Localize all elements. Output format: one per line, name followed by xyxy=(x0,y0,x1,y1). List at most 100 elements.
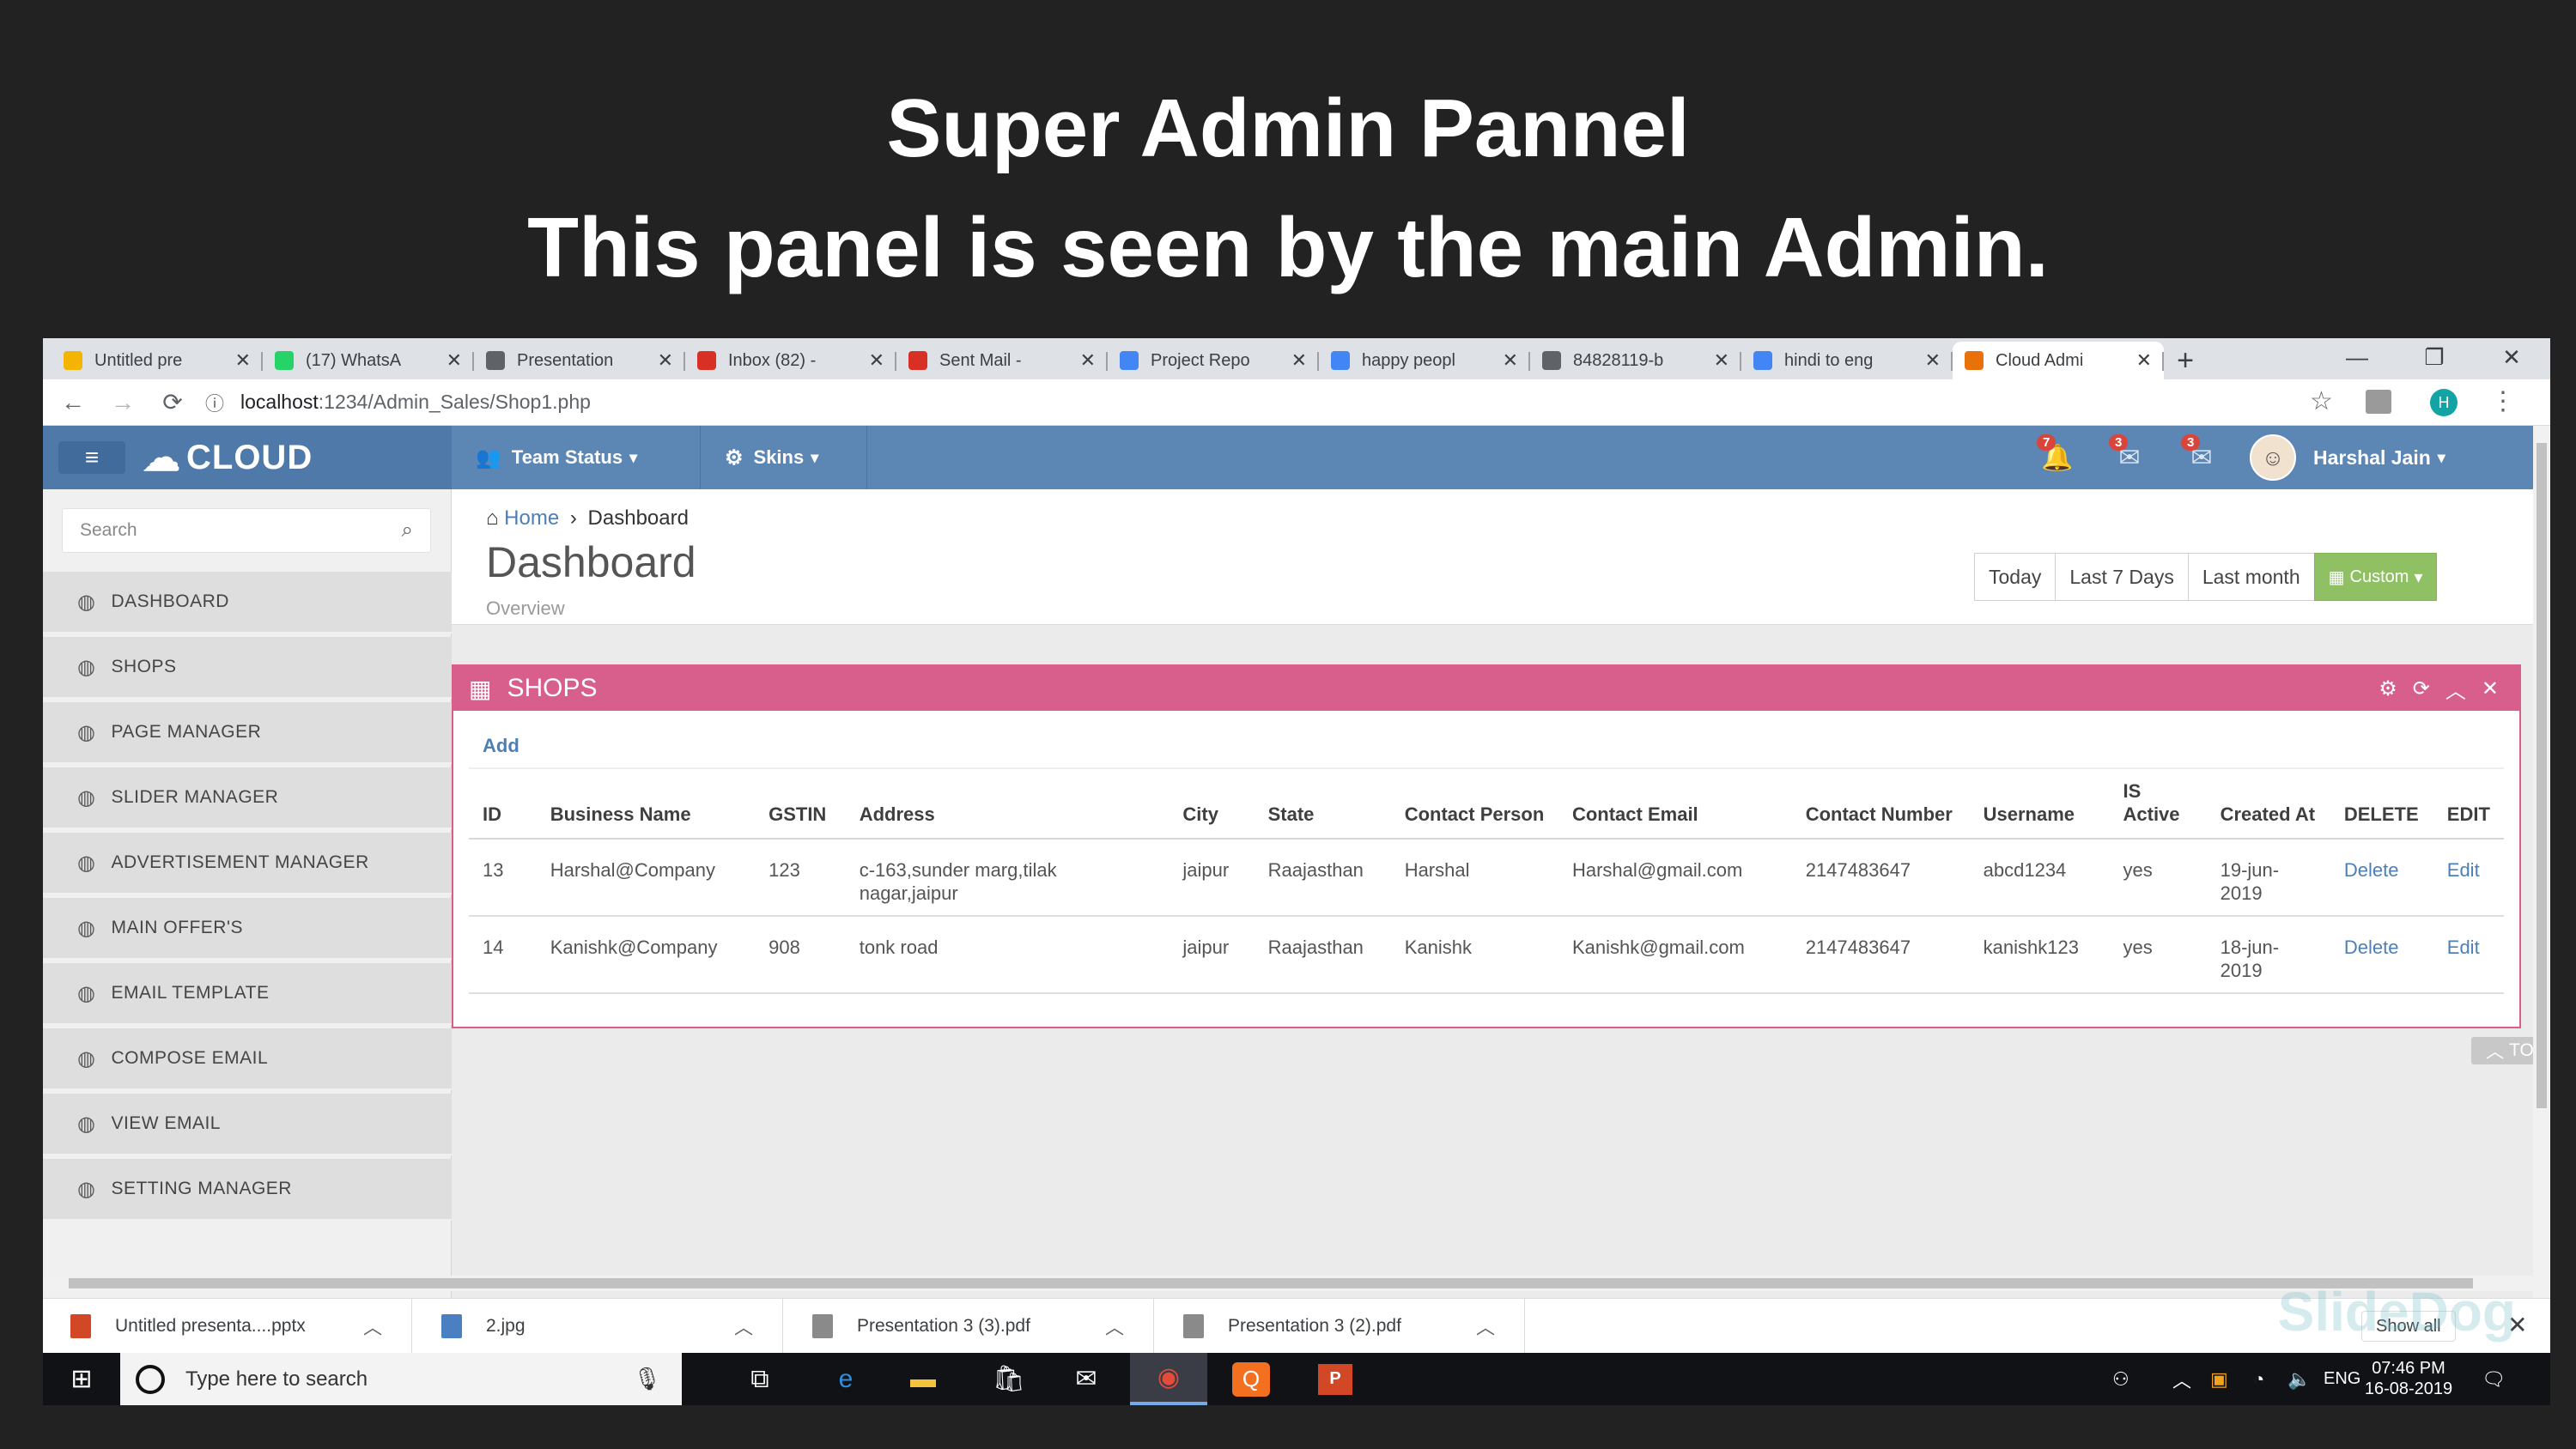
reload-icon[interactable]: ⟳ xyxy=(148,379,197,426)
column-header[interactable]: State xyxy=(1254,767,1391,840)
vertical-scrollbar[interactable] xyxy=(2533,426,2550,1308)
powerpoint-icon[interactable]: P xyxy=(1297,1353,1374,1405)
edge-icon[interactable]: e xyxy=(807,1353,884,1405)
microphone-icon[interactable]: 🎙 xyxy=(633,1366,661,1392)
chevron-up-icon[interactable]: ︿ xyxy=(1476,1313,1495,1340)
restore-button[interactable]: ❐ xyxy=(2396,338,2473,376)
people-icon[interactable]: ⚇ xyxy=(2112,1353,2129,1405)
close-icon[interactable]: ✕ xyxy=(2482,676,2499,701)
close-tab-icon[interactable]: ✕ xyxy=(2136,349,2152,372)
new-tab-button[interactable]: + xyxy=(2164,342,2207,379)
tab-8[interactable]: 84828119-b ✕ xyxy=(1530,342,1741,379)
sidebar-item-advertisement-manager[interactable]: ◍ ADVERTISEMENT MANAGER xyxy=(43,833,452,894)
tab-1[interactable]: Untitled pre ✕ xyxy=(52,342,263,379)
range-last-7-days-button[interactable]: Last 7 Days xyxy=(2055,553,2189,601)
column-header[interactable]: Contact Number xyxy=(1791,767,1970,840)
close-window-button[interactable]: ✕ xyxy=(2473,338,2550,376)
tray-app-icon[interactable]: ▣ xyxy=(2210,1353,2228,1405)
chevron-up-icon[interactable]: ︿ xyxy=(363,1313,382,1340)
store-icon[interactable]: 🛍 xyxy=(970,1353,1048,1405)
column-header[interactable]: EDIT xyxy=(2433,767,2504,840)
add-shop-link[interactable]: Add xyxy=(483,735,519,757)
brand-logo[interactable]: ☁ CLOUD xyxy=(143,436,313,480)
tab-3[interactable]: Presentation ✕ xyxy=(474,342,685,379)
sidebar-item-main-offer-s[interactable]: ◍ MAIN OFFER'S xyxy=(43,898,452,960)
tab-9[interactable]: hindi to eng ✕ xyxy=(1741,342,1953,379)
download-item[interactable]: Presentation 3 (3).pdf ︿ xyxy=(785,1299,1154,1354)
chevron-up-icon[interactable]: ︿ xyxy=(1105,1313,1124,1340)
range-last-month-button[interactable]: Last month xyxy=(2187,553,2315,601)
notifications-bell[interactable]: 🔔 7 xyxy=(2033,434,2081,481)
forward-icon[interactable]: → xyxy=(98,379,148,426)
chevron-up-icon[interactable]: ︿ xyxy=(734,1313,753,1340)
url-field[interactable]: localhost:1234/Admin_Sales/Shop1.php xyxy=(240,391,591,414)
windows-start-icon[interactable]: ⊞ xyxy=(43,1353,120,1405)
hamburger-icon[interactable]: ≡ xyxy=(58,441,125,474)
chrome-icon[interactable]: ◉ xyxy=(1130,1353,1207,1405)
tab-5[interactable]: Sent Mail - ✕ xyxy=(896,342,1108,379)
back-icon[interactable]: ← xyxy=(48,379,98,426)
close-tab-icon[interactable]: ✕ xyxy=(235,349,251,372)
taskbar-search-input[interactable]: Type here to search 🎙 xyxy=(120,1353,682,1405)
sidebar-item-slider-manager[interactable]: ◍ SLIDER MANAGER xyxy=(43,767,452,829)
column-header[interactable]: Created At xyxy=(2206,767,2330,840)
download-item[interactable]: Untitled presenta....pptx ︿ xyxy=(43,1299,412,1354)
column-header[interactable]: Contact Person xyxy=(1390,767,1558,840)
pdf-extension-icon[interactable] xyxy=(2366,390,2391,414)
action-center-icon[interactable]: 🗨 xyxy=(2482,1353,2506,1405)
tab-7[interactable]: happy peopl ✕ xyxy=(1319,342,1530,379)
close-tab-icon[interactable]: ✕ xyxy=(869,349,884,372)
volume-icon[interactable]: 🔈 xyxy=(2287,1353,2311,1405)
vertical-scroll-thumb[interactable] xyxy=(2537,443,2547,1108)
close-tab-icon[interactable]: ✕ xyxy=(658,349,673,372)
column-header[interactable]: Business Name xyxy=(536,767,756,840)
column-header[interactable]: Address xyxy=(845,767,1170,840)
column-header[interactable]: IS Active xyxy=(2109,767,2207,840)
bookmark-star-icon[interactable]: ☆ xyxy=(2310,386,2333,416)
delete-link[interactable]: Delete xyxy=(2344,859,2399,881)
column-header[interactable]: DELETE xyxy=(2330,767,2433,840)
close-tab-icon[interactable]: ✕ xyxy=(1291,349,1307,372)
edit-link[interactable]: Edit xyxy=(2447,937,2480,958)
minimize-button[interactable]: — xyxy=(2318,338,2396,376)
browser-menu-icon[interactable]: ⋮ xyxy=(2490,386,2516,416)
column-header[interactable]: Contact Email xyxy=(1558,767,1792,840)
file-explorer-icon[interactable]: ▬ xyxy=(884,1353,962,1405)
close-tab-icon[interactable]: ✕ xyxy=(1714,349,1729,372)
search-icon[interactable]: ⌕ xyxy=(402,518,413,543)
user-menu[interactable]: ☺ Harshal Jain ▾ xyxy=(2250,426,2445,489)
sidebar-item-setting-manager[interactable]: ◍ SETTING MANAGER xyxy=(43,1159,452,1221)
edit-link[interactable]: Edit xyxy=(2447,859,2480,881)
download-item[interactable]: 2.jpg ︿ xyxy=(414,1299,783,1354)
sidebar-search-input[interactable]: Search ⌕ xyxy=(62,508,431,553)
messages-envelope[interactable]: ✉ 3 xyxy=(2105,434,2154,481)
sidebar-item-page-manager[interactable]: ◍ PAGE MANAGER xyxy=(43,702,452,764)
delete-link[interactable]: Delete xyxy=(2344,937,2399,958)
tasks-inbox[interactable]: ✉ 3 xyxy=(2178,434,2226,481)
skins-menu[interactable]: ⚙ Skins ▾ xyxy=(701,426,867,489)
collapse-icon[interactable]: ︿ xyxy=(2445,674,2466,704)
range-today-button[interactable]: Today xyxy=(1974,553,2057,601)
profile-avatar[interactable]: H xyxy=(2430,389,2458,416)
download-item[interactable]: Presentation 3 (2).pdf ︿ xyxy=(1156,1299,1525,1354)
system-clock[interactable]: 07:46 PM 16-08-2019 xyxy=(2353,1358,2464,1399)
tab-4[interactable]: Inbox (82) - ✕ xyxy=(685,342,896,379)
close-tab-icon[interactable]: ✕ xyxy=(1503,349,1518,372)
tray-chevron-icon[interactable]: ︿ xyxy=(2172,1353,2191,1405)
column-header[interactable]: GSTIN xyxy=(755,767,846,840)
settings-icon[interactable]: ⚙ xyxy=(2379,676,2397,701)
column-header[interactable]: Username xyxy=(1969,767,2110,840)
breadcrumb-home[interactable]: ⌂ Home xyxy=(486,506,559,530)
tab-10[interactable]: Cloud Admi ✕ xyxy=(1953,342,2164,379)
sidebar-item-compose-email[interactable]: ◍ COMPOSE EMAIL xyxy=(43,1028,452,1090)
tab-2[interactable]: (17) WhatsA ✕ xyxy=(263,342,474,379)
horizontal-scroll-thumb[interactable] xyxy=(69,1278,2473,1288)
close-tab-icon[interactable]: ✕ xyxy=(1925,349,1941,372)
tab-6[interactable]: Project Repo ✕ xyxy=(1108,342,1319,379)
sidebar-item-dashboard[interactable]: ◍ DASHBOARD xyxy=(43,572,452,634)
refresh-icon[interactable]: ⟳ xyxy=(2413,676,2430,701)
team-status-menu[interactable]: 👥 Team Status ▾ xyxy=(452,426,701,489)
column-header[interactable]: ID xyxy=(469,767,537,840)
sidebar-item-shops[interactable]: ◍ SHOPS xyxy=(43,637,452,699)
wifi-icon[interactable]: ◔ xyxy=(2253,1353,2264,1405)
